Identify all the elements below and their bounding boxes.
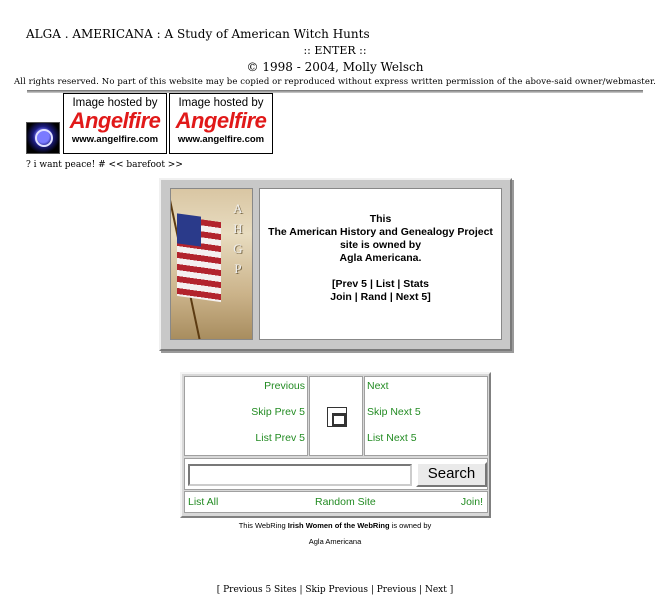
ahgp-banner: A H G P This The American History and Ge… [159,178,512,351]
webring-next-link[interactable]: Next [367,380,389,392]
enter-link[interactable]: :: ENTER :: [0,44,670,57]
badge-url: www.angelfire.com [71,134,159,145]
webring-skip-prev5-link[interactable]: Skip Prev 5 [251,406,305,418]
webring-bottom-row: List All Random Site Join! [184,491,488,513]
webring-previous-link[interactable]: Previous [264,380,305,392]
webring-name[interactable]: Irish Women of the WebRing [288,521,390,530]
webring-list-all-link[interactable]: List All [188,496,218,508]
angelfire-badge[interactable]: Image hosted by Angelfire www.angelfire.… [169,93,273,154]
ahgp-rand-link[interactable]: Rand [361,291,387,303]
webring-logo-cell [309,376,363,456]
webring-list-prev5-link[interactable]: List Prev 5 [255,432,305,444]
site-title: ALGA . AMERICANA : A Study of American W… [26,27,370,41]
rights-notice: All rights reserved. No part of this web… [14,77,656,87]
site-logo-icon[interactable] [26,122,60,154]
ahgp-info: This The American History and Genealogy … [259,188,502,340]
ahgp-link[interactable]: The American History and Genealogy Proje… [268,226,493,238]
webring-skip-next5-link[interactable]: Skip Next 5 [367,406,421,418]
webring-random-site-link[interactable]: Random Site [315,496,376,508]
badge-url: www.angelfire.com [177,134,265,145]
ahgp-join-link[interactable]: Join [330,291,352,303]
webring-list-next5-link[interactable]: List Next 5 [367,432,417,444]
webring-search-input[interactable] [188,464,412,486]
badge-brand: Angelfire [69,108,161,133]
webring-search-row: Search [184,458,488,490]
webring-owner-line: This WebRing Irish Women of the WebRing … [238,521,432,530]
webring-next-cell: Next Skip Next 5 List Next 5 [364,376,488,456]
ahgp-stats-link[interactable]: Stats [403,278,429,290]
webring-widget: Previous Skip Prev 5 List Prev 5 Next Sk… [180,372,491,518]
angelfire-badge[interactable]: Image hosted by Angelfire www.angelfire.… [63,93,167,154]
ahgp-list-link[interactable]: List [376,278,395,290]
webring-owner-name: Agla Americana [308,537,362,546]
bottom-navigation[interactable]: [ Previous 5 Sites | Skip Previous | Pre… [0,585,670,595]
ahgp-letters: A H G P [233,201,243,276]
copyright-text: © 1998 - 2004, Molly Welsch [246,60,424,74]
badge-brand: Angelfire [175,108,267,133]
webring-logo-icon[interactable] [327,407,347,427]
webring-prev-cell: Previous Skip Prev 5 List Prev 5 [184,376,308,456]
ahgp-prev5-link[interactable]: Prev 5 [336,278,368,290]
ahgp-next5-link[interactable]: Next 5 [396,291,428,303]
webring-join-link[interactable]: Join! [461,496,483,508]
webring-search-button[interactable]: Search [416,462,487,487]
tagline: ? i want peace! # << barefoot >> [26,160,183,170]
ahgp-flag-image[interactable]: A H G P [170,188,253,340]
